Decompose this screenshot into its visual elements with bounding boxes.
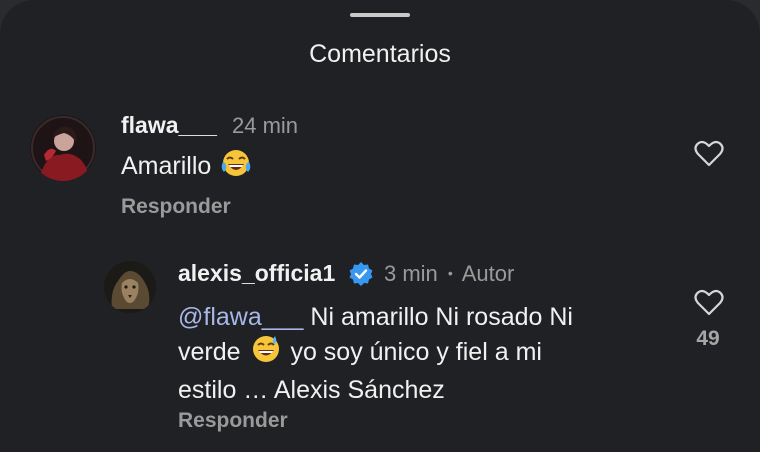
- sweat-smile-emoji-icon: [250, 334, 282, 373]
- laughing-emoji-icon: [220, 148, 252, 187]
- comment-meta: 3 min • Autor: [384, 261, 514, 287]
- comment-line-2: verde yo soy único y fiel a mi: [178, 334, 648, 373]
- comment-line-2-before: verde: [178, 338, 241, 366]
- meta-separator: •: [447, 265, 453, 281]
- avatar[interactable]: [104, 261, 156, 313]
- comment-line-3: estilo … Alexis Sánchez: [178, 376, 445, 404]
- comment-line-2-after: yo soy único y fiel a mi: [290, 338, 542, 366]
- author-label: Autor: [461, 261, 515, 286]
- reply-button[interactable]: Responder: [178, 409, 288, 433]
- sheet-title: Comentarios: [309, 40, 451, 68]
- comment-line-1: @flawa___ Ni amarillo Ni rosado Ni: [178, 300, 648, 334]
- like-count: 49: [696, 327, 720, 350]
- like-heart-icon[interactable]: [694, 140, 724, 172]
- comment-line-1-text: Ni amarillo Ni rosado Ni: [310, 303, 573, 331]
- comment-text: @flawa___ Ni amarillo Ni rosado Ni verde…: [178, 300, 648, 407]
- verified-badge-icon: [348, 261, 374, 292]
- comment-time: 24 min: [232, 113, 299, 138]
- avatar[interactable]: [30, 115, 96, 181]
- drag-handle[interactable]: [350, 13, 410, 17]
- comment-username[interactable]: flawa___: [121, 112, 217, 139]
- like-heart-icon[interactable]: [694, 289, 724, 321]
- comments-sheet: Comentarios flawa___ 24 min Amarillo Res…: [0, 0, 760, 452]
- comment-text-content: Amarillo: [121, 152, 212, 180]
- comment-time: 3 min: [384, 261, 438, 286]
- reply-button[interactable]: Responder: [121, 195, 231, 219]
- mention-link[interactable]: @flawa___: [178, 303, 303, 331]
- comment-text: Amarillo: [121, 148, 254, 187]
- comment-username[interactable]: alexis_officia1: [178, 260, 335, 287]
